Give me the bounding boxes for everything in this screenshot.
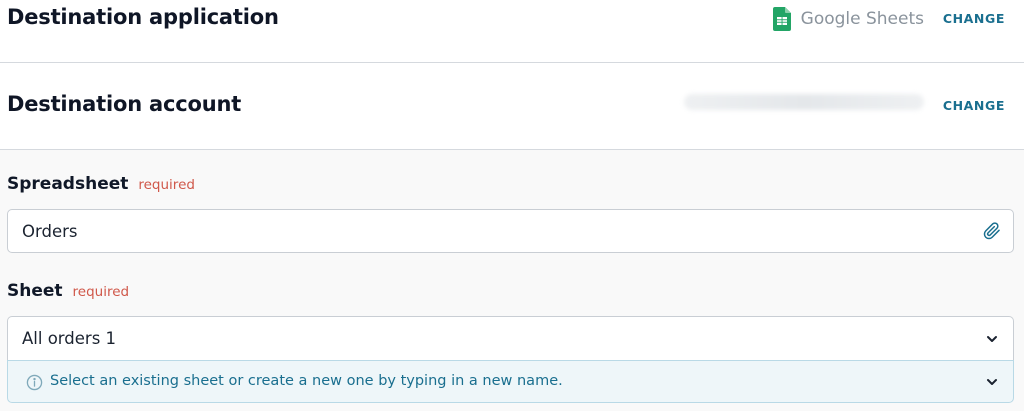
destination-account-title: Destination account — [7, 92, 242, 116]
sheet-required-badge: required — [72, 284, 130, 300]
spreadsheet-input-value: Orders — [22, 222, 78, 241]
sheet-selected-value: All orders 1 — [22, 329, 117, 348]
destination-app-chip: Google Sheets — [772, 6, 924, 32]
destination-application-title: Destination application — [7, 5, 279, 29]
spreadsheet-label: Spreadsheet required — [7, 174, 195, 194]
spreadsheet-required-badge: required — [138, 177, 195, 193]
spreadsheet-input[interactable]: Orders — [7, 209, 1014, 253]
destination-app-name: Google Sheets — [800, 9, 924, 29]
google-sheets-icon — [772, 7, 791, 31]
chevron-down-icon[interactable] — [985, 375, 999, 389]
sheet-label-text: Sheet — [7, 281, 63, 301]
destination-account-section: Destination account CHANGE — [0, 63, 1024, 150]
spreadsheet-label-text: Spreadsheet — [7, 174, 129, 194]
sheet-hint-bar[interactable]: Select an existing sheet or create a new… — [7, 360, 1014, 403]
change-destination-account-button[interactable]: CHANGE — [943, 98, 1005, 113]
blurred-account-email — [684, 94, 924, 110]
destination-application-section: Destination application Google Sheets CH… — [0, 0, 1024, 63]
sheet-hint-text: Select an existing sheet or create a new… — [50, 373, 563, 389]
sheet-select[interactable]: All orders 1 — [7, 316, 1014, 360]
info-icon — [26, 374, 43, 391]
sheet-label: Sheet required — [7, 281, 129, 301]
chevron-down-icon[interactable] — [985, 332, 999, 346]
destination-settings-form: Spreadsheet required Orders Sheet requir… — [0, 150, 1024, 411]
paperclip-icon[interactable] — [983, 222, 1001, 240]
change-destination-app-button[interactable]: CHANGE — [943, 11, 1005, 26]
